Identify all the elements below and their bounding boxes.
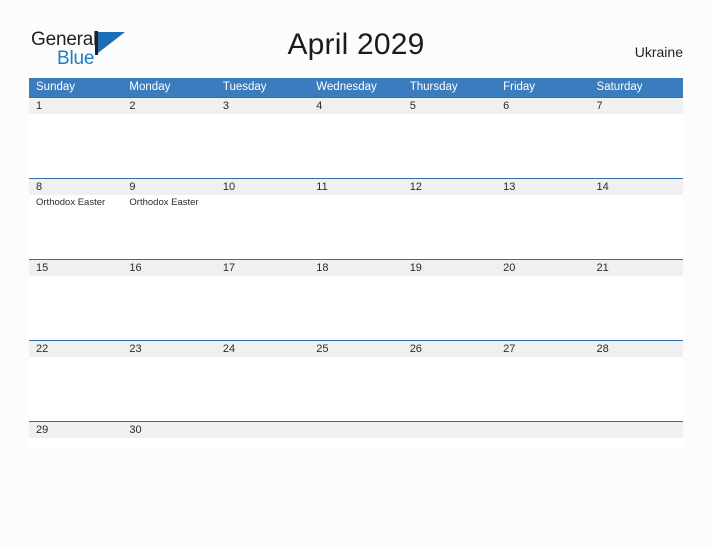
day-cell[interactable]: 19 (403, 260, 496, 340)
calendar-page: General Blue April 2029 Ukraine Sunday M… (0, 0, 712, 550)
day-number: 3 (222, 100, 229, 112)
day-cell[interactable]: 8 Orthodox Easter (29, 179, 122, 259)
week-day-cells: 1 2 3 4 5 6 7 (29, 98, 683, 178)
day-number: 7 (596, 100, 603, 112)
day-header-wednesday: Wednesday (316, 81, 377, 93)
day-header-sunday: Sunday (36, 81, 76, 93)
day-number: 25 (316, 343, 329, 355)
day-number: 18 (316, 262, 329, 274)
day-cell-empty (216, 422, 309, 448)
day-number: 12 (409, 181, 422, 193)
day-cell[interactable]: 7 (590, 98, 683, 178)
day-cell-empty (403, 422, 496, 448)
day-cell[interactable]: 16 (122, 260, 215, 340)
day-header-friday: Friday (503, 81, 536, 93)
day-number: 8 (36, 181, 43, 193)
day-cell[interactable]: 4 (309, 98, 402, 178)
day-number: 16 (129, 262, 142, 274)
calendar-week-rows: 1 2 3 4 5 6 7 8 Orthodox Easter 9 Orthodox Easter 1… (29, 97, 683, 448)
day-number: 14 (596, 181, 609, 193)
day-number: 29 (36, 424, 49, 436)
day-cell[interactable]: 10 (216, 179, 309, 259)
page-header: General Blue April 2029 Ukraine (0, 0, 712, 78)
page-title: April 2029 (287, 28, 425, 61)
day-number: 9 (129, 181, 136, 193)
day-events: Orthodox Easter (36, 195, 122, 209)
day-cell[interactable]: 13 (496, 179, 589, 259)
day-number: 21 (596, 262, 609, 274)
day-number: 27 (503, 343, 516, 355)
day-cell[interactable]: 14 (590, 179, 683, 259)
day-cell[interactable]: 28 (590, 341, 683, 421)
week-day-cells: 22 23 24 25 26 27 28 (29, 341, 683, 421)
day-cell[interactable]: 26 (403, 341, 496, 421)
day-cell[interactable]: 11 (309, 179, 402, 259)
day-cell-empty (496, 422, 589, 448)
week-day-cells: 8 Orthodox Easter 9 Orthodox Easter 10 11 12 13… (29, 179, 683, 259)
day-cell[interactable]: 24 (216, 341, 309, 421)
day-cell[interactable]: 29 (29, 422, 122, 448)
day-cell[interactable]: 12 (403, 179, 496, 259)
day-cell-empty (309, 422, 402, 448)
day-cell[interactable]: 25 (309, 341, 402, 421)
calendar-week-row: 1 2 3 4 5 6 7 (29, 97, 683, 178)
day-number: 19 (409, 262, 422, 274)
day-cell[interactable]: 18 (309, 260, 402, 340)
day-cell[interactable]: 5 (403, 98, 496, 178)
day-cell-empty (590, 422, 683, 448)
day-number: 4 (316, 100, 323, 112)
day-number: 30 (129, 424, 142, 436)
day-cell[interactable]: 2 (122, 98, 215, 178)
day-number: 6 (503, 100, 510, 112)
day-cell[interactable]: 15 (29, 260, 122, 340)
day-number: 1 (36, 100, 43, 112)
day-number: 23 (129, 343, 142, 355)
day-cell[interactable]: 30 (122, 422, 215, 448)
day-of-week-header-row: Sunday Monday Tuesday Wednesday Thursday… (29, 78, 683, 97)
day-cell[interactable]: 3 (216, 98, 309, 178)
week-day-cells: 29 30 (29, 422, 683, 448)
day-number: 22 (36, 343, 49, 355)
day-number: 2 (129, 100, 136, 112)
day-number: 11 (316, 181, 328, 193)
day-cell[interactable]: 17 (216, 260, 309, 340)
day-header-tuesday: Tuesday (222, 81, 267, 93)
day-number: 20 (503, 262, 516, 274)
day-number: 17 (222, 262, 236, 274)
day-cell[interactable]: 23 (122, 341, 215, 421)
day-number: 10 (222, 181, 236, 193)
day-header-thursday: Thursday (409, 81, 458, 93)
day-header-monday: Monday (129, 81, 171, 93)
day-header-saturday: Saturday (596, 81, 643, 93)
day-cell[interactable]: 9 Orthodox Easter (122, 179, 215, 259)
day-number: 13 (503, 181, 516, 193)
day-events: Orthodox Easter (129, 195, 215, 209)
calendar-week-row: 22 23 24 25 26 27 28 (29, 340, 683, 421)
day-cell[interactable]: 21 (590, 260, 683, 340)
day-cell[interactable]: 22 (29, 341, 122, 421)
day-cell[interactable]: 27 (496, 341, 589, 421)
calendar-week-row: 8 Orthodox Easter 9 Orthodox Easter 10 11 12 13… (29, 178, 683, 259)
calendar-grid: Sunday Monday Tuesday Wednesday Thursday… (29, 78, 683, 448)
calendar-week-row: 15 16 17 18 19 20 21 (29, 259, 683, 340)
event-label[interactable]: Orthodox Easter (129, 197, 215, 209)
day-cell[interactable]: 20 (496, 260, 589, 340)
day-number: 15 (36, 262, 49, 274)
day-cell[interactable]: 1 (29, 98, 122, 178)
day-number: 26 (409, 343, 422, 355)
day-number: 28 (596, 343, 609, 355)
day-number: 5 (409, 100, 416, 112)
day-cell[interactable]: 6 (496, 98, 589, 178)
event-label[interactable]: Orthodox Easter (36, 197, 122, 209)
week-day-cells: 15 16 17 18 19 20 21 (29, 260, 683, 340)
calendar-week-row: 29 30 (29, 421, 683, 448)
region-label: Ukraine (634, 44, 683, 60)
day-number: 24 (222, 343, 236, 355)
